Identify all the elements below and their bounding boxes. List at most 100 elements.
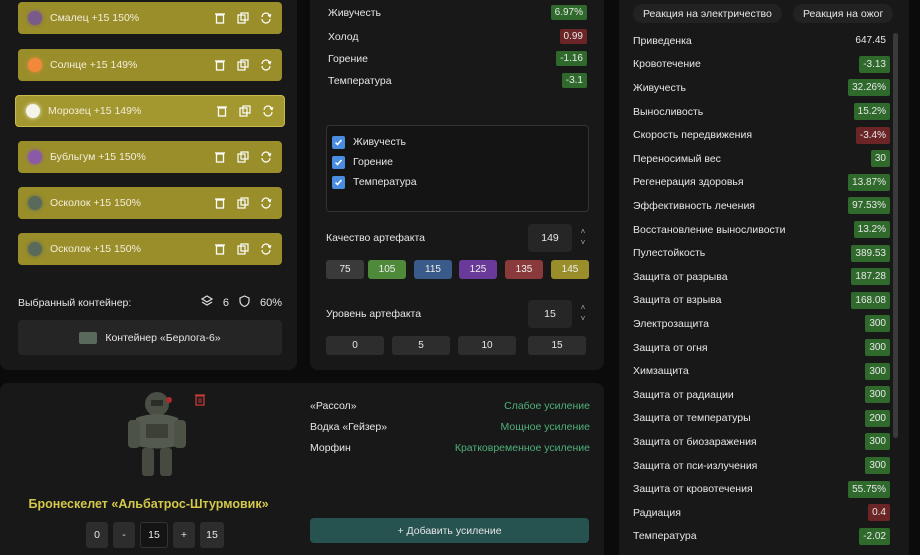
artifact-slot[interactable]: Бубльгум +15 150% (18, 141, 282, 173)
chevron-up-icon[interactable]: ˄ (578, 302, 588, 313)
artifact-stat-name: Живучесть (328, 6, 381, 19)
trash-icon[interactable] (214, 243, 226, 255)
quality-preset-button[interactable]: 145 (551, 260, 589, 279)
artifact-slot-label: Осколок +15 150% (50, 243, 141, 255)
sun-icon (28, 58, 42, 72)
stat-value: 13.2% (853, 221, 890, 239)
shield-icon (239, 295, 250, 310)
trash-icon[interactable] (194, 393, 206, 406)
artifact-slot-label: Осколок +15 150% (50, 197, 141, 209)
chevron-up-icon[interactable]: ˄ (578, 226, 588, 237)
copy-icon[interactable] (237, 59, 249, 71)
trash-icon[interactable] (214, 59, 226, 71)
stat-checkbox-label: Живучесть (353, 136, 406, 148)
quality-preset-button[interactable]: 75 (326, 260, 364, 279)
trash-icon[interactable] (216, 105, 228, 117)
chevron-down-icon[interactable]: ˅ (578, 313, 588, 324)
quality-stepper[interactable]: ˄ ˅ (578, 226, 588, 250)
artifact-stat-name: Горение (328, 52, 369, 65)
boost-row[interactable]: Морфин Кратковременное усиление (310, 442, 590, 454)
stat-value: 300 (865, 315, 890, 333)
trash-icon[interactable] (214, 12, 226, 24)
stat-name: Температура (633, 530, 697, 543)
container-button[interactable]: Контейнер «Берлога-6» (18, 320, 282, 355)
stat-name: Эффективность лечения (633, 199, 755, 212)
level-label: Уровень артефакта (326, 308, 422, 320)
copy-icon[interactable] (237, 243, 249, 255)
refresh-icon[interactable] (260, 151, 272, 163)
level-preset-button[interactable]: 0 (326, 336, 384, 355)
stat-name: Защита от разрыва (633, 270, 728, 283)
armor-level-input[interactable]: 15 (140, 522, 168, 548)
stat-checkbox-label: Температура (353, 176, 417, 188)
stat-name: Скорость передвижения (633, 129, 753, 142)
artifact-slot[interactable]: Смалец +15 150% (18, 2, 282, 34)
stat-value: 55.75% (848, 480, 890, 498)
artifact-slot[interactable]: Солнце +15 149% (18, 49, 282, 81)
bubblegum-icon (28, 150, 42, 164)
chevron-down-icon[interactable]: ˅ (578, 237, 588, 248)
stat-checkbox[interactable]: Температура (332, 172, 583, 192)
reaction-tag[interactable]: Реакция на электричество (633, 4, 782, 23)
copy-icon[interactable] (237, 197, 249, 209)
stat-checkbox[interactable]: Живучесть (332, 132, 583, 152)
stat-value: 30 (870, 150, 890, 168)
stat-value: 200 (865, 409, 890, 427)
artifact-slot[interactable]: Осколок +15 150% (18, 233, 282, 265)
frost-icon (26, 104, 40, 118)
container-slot-count: 6 (222, 296, 229, 309)
artifact-stat-row: Холод 0.99 (328, 29, 587, 44)
stat-row: Температура -2.02 (633, 525, 890, 549)
level-preset-button[interactable]: 15 (528, 336, 586, 355)
copy-icon[interactable] (237, 12, 249, 24)
reaction-tag[interactable]: Реакция на ожог (793, 4, 894, 23)
quality-input[interactable]: 149 (528, 224, 572, 252)
checkmark-icon[interactable] (332, 175, 345, 189)
refresh-icon[interactable] (262, 105, 274, 117)
quality-preset-button[interactable]: 125 (459, 260, 497, 279)
quality-preset-button[interactable]: 135 (505, 260, 543, 279)
boost-row[interactable]: Водка «Гейзер» Мощное усиление (310, 421, 590, 433)
artifact-stat-value: 6.97% (550, 5, 587, 20)
checkmark-icon[interactable] (332, 155, 345, 169)
checkmark-icon[interactable] (332, 135, 345, 149)
copy-icon[interactable] (239, 105, 251, 117)
artifact-slot-label: Смалец +15 150% (50, 12, 140, 24)
stat-row: Скорость передвижения -3.4% (633, 123, 890, 147)
quality-preset-button[interactable]: 105 (368, 260, 406, 279)
refresh-icon[interactable] (260, 243, 272, 255)
artifact-slot-label: Бубльгум +15 150% (50, 151, 146, 163)
refresh-icon[interactable] (260, 59, 272, 71)
stats-scrollbar[interactable] (893, 33, 898, 438)
level-preset-button[interactable]: 5 (392, 336, 450, 355)
level-stepper[interactable]: ˄ ˅ (578, 302, 588, 326)
copy-icon[interactable] (237, 151, 249, 163)
quality-preset-button[interactable]: 115 (414, 260, 452, 279)
container-info: Выбранный контейнер: 6 60% (18, 295, 282, 310)
trash-icon[interactable] (214, 151, 226, 163)
artifact-stat-row: Температура -3.1 (328, 73, 587, 88)
stat-name: Защита от взрыва (633, 294, 722, 307)
armor-image (122, 390, 192, 480)
level-preset-button[interactable]: 10 (458, 336, 516, 355)
armor-level-decrement[interactable]: - (113, 522, 135, 548)
armor-level-increment[interactable]: + (173, 522, 195, 548)
armor-level-max-button[interactable]: 15 (200, 522, 224, 548)
add-boost-button[interactable]: + Добавить усиление (310, 518, 589, 543)
stat-checkbox[interactable]: Горение (332, 152, 583, 172)
artifact-slot[interactable]: Морозец +15 149% (15, 95, 285, 127)
stat-value: 389.53 (851, 244, 890, 262)
armor-level-min-button[interactable]: 0 (86, 522, 108, 548)
boost-row[interactable]: «Рассол» Слабое усиление (310, 400, 590, 412)
refresh-icon[interactable] (260, 197, 272, 209)
refresh-icon[interactable] (260, 12, 272, 24)
level-input[interactable]: 15 (528, 300, 572, 328)
boost-effect: Кратковременное усиление (454, 442, 590, 454)
stat-value: 13.87% (848, 173, 890, 191)
stat-name: Пулестойкость (633, 247, 706, 260)
layers-icon (200, 295, 214, 310)
stat-value: 300 (865, 457, 890, 475)
trash-icon[interactable] (214, 197, 226, 209)
artifact-slot[interactable]: Осколок +15 150% (18, 187, 282, 219)
boost-effect: Слабое усиление (504, 400, 590, 412)
